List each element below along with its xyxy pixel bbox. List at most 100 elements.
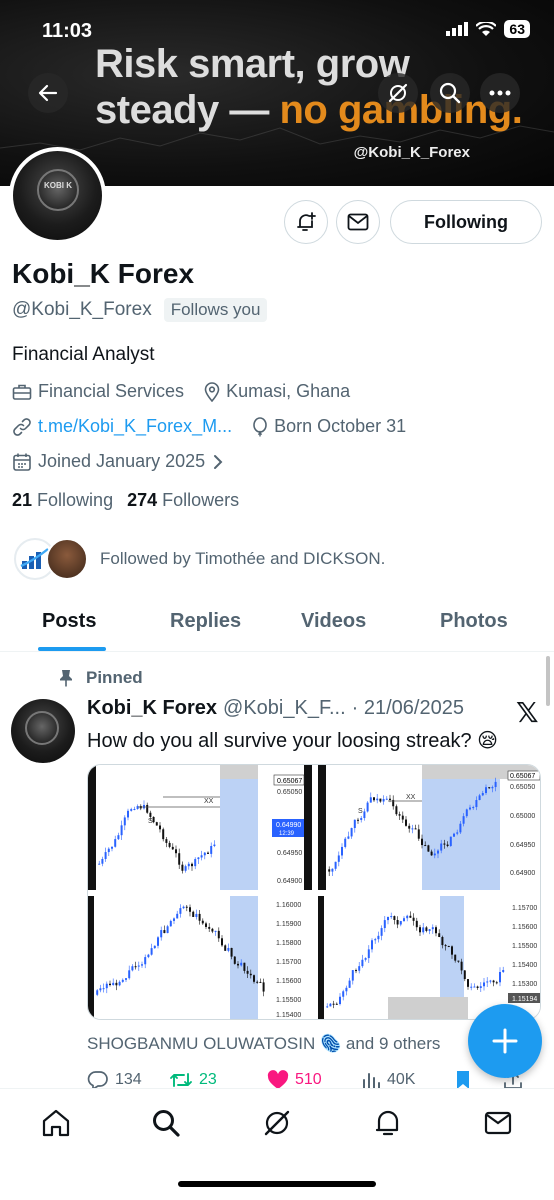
banner-headline-1: Risk smart, grow	[95, 42, 410, 86]
profile-website-link[interactable]: t.me/Kobi_K_Forex_M...	[38, 416, 232, 437]
candle-body	[163, 930, 166, 934]
candle-body	[200, 855, 203, 858]
candle-body	[382, 798, 385, 802]
candle-body	[149, 812, 152, 817]
candle-body	[331, 868, 334, 872]
wifi-icon	[476, 21, 497, 36]
candle-body	[249, 973, 252, 976]
tab-posts[interactable]: Posts	[42, 610, 96, 633]
candle-body	[395, 806, 398, 815]
profile-avatar[interactable]: KOBI K	[9, 147, 106, 244]
retweet-action[interactable]: 23	[169, 1071, 267, 1089]
back-button[interactable]	[28, 73, 68, 113]
candle-body	[377, 935, 380, 940]
candle-body	[449, 836, 452, 846]
tweet-avatar[interactable]	[11, 699, 75, 763]
svg-text:1.15800: 1.15800	[276, 940, 301, 947]
svg-text:0.64900: 0.64900	[510, 870, 535, 877]
plus-icon	[492, 1028, 518, 1054]
more-icon	[489, 90, 511, 96]
candle-body	[179, 908, 182, 914]
candle-body	[469, 807, 471, 810]
candle-body	[385, 798, 388, 800]
candle-body	[387, 916, 389, 921]
candle-body	[191, 863, 193, 867]
tweet-media[interactable]: XX S 0.65067 0.65050 0.64990 12:39 0.649…	[87, 764, 541, 1020]
candle-body	[492, 980, 495, 983]
candle-body	[494, 781, 497, 788]
tab-videos[interactable]: Videos	[301, 610, 366, 633]
following-link[interactable]: 21 Following	[12, 490, 113, 511]
candle-body	[99, 988, 102, 991]
candle-body	[243, 962, 246, 971]
candle-body	[357, 819, 359, 821]
candle-body	[425, 927, 428, 931]
candle-body	[444, 945, 447, 947]
home-indicator	[178, 1181, 376, 1187]
nav-messages[interactable]	[482, 1107, 514, 1139]
candle-body	[383, 920, 386, 929]
compose-button[interactable]	[468, 1004, 542, 1078]
candle-body	[475, 800, 478, 808]
nav-home[interactable]	[40, 1107, 72, 1139]
message-button[interactable]	[336, 200, 380, 244]
candle-body	[447, 945, 450, 947]
nav-grok[interactable]	[261, 1107, 293, 1139]
grok-icon	[264, 1110, 290, 1136]
back-arrow-icon	[38, 84, 58, 102]
candle-body	[326, 1006, 329, 1008]
candle-body	[389, 798, 391, 800]
followed-by[interactable]: Followed by Timothée and DICKSON.	[14, 538, 385, 580]
candle-body	[470, 986, 473, 988]
status-icons: 63	[446, 20, 530, 38]
follower-avatar-2	[46, 538, 88, 580]
candle-body	[114, 839, 117, 847]
briefcase-icon	[12, 384, 32, 400]
handle-row: @Kobi_K_Forex Follows you	[12, 298, 268, 322]
svg-text:XX: XX	[204, 798, 214, 805]
tab-replies[interactable]: Replies	[170, 610, 241, 633]
candle-body	[185, 906, 188, 908]
following-button[interactable]: Following	[390, 200, 542, 244]
candle-body	[233, 956, 236, 964]
meta-row-2: t.me/Kobi_K_Forex_M... Born October 31	[12, 416, 406, 437]
candle-body	[227, 947, 230, 951]
svg-text:1.16000: 1.16000	[276, 902, 301, 909]
tab-photos[interactable]: Photos	[440, 610, 508, 633]
status-time: 11:03	[42, 20, 93, 42]
nav-search[interactable]	[150, 1107, 182, 1139]
candle-body	[101, 858, 104, 864]
svg-text:0.64950: 0.64950	[277, 850, 302, 857]
candle-body	[207, 852, 209, 854]
svg-text:12:39: 12:39	[279, 831, 295, 837]
like-action[interactable]: 510	[267, 1070, 361, 1090]
search-button[interactable]	[430, 73, 470, 113]
followers-link[interactable]: 274 Followers	[127, 490, 239, 511]
views-action[interactable]: 40K	[361, 1071, 455, 1089]
candle-body	[217, 930, 220, 939]
candle-body	[162, 829, 165, 840]
scrollbar[interactable]	[546, 656, 550, 706]
reply-icon	[87, 1071, 108, 1090]
candle-body	[350, 828, 353, 837]
more-button[interactable]	[480, 73, 520, 113]
candle-body	[342, 991, 345, 997]
nav-notifications[interactable]	[372, 1107, 404, 1139]
profile-category: Financial Services	[38, 381, 185, 401]
candle-body	[98, 863, 101, 865]
candle-body	[240, 962, 243, 966]
candle-body	[433, 853, 436, 856]
notify-button[interactable]	[284, 200, 328, 244]
candle-body	[332, 1003, 335, 1005]
candle-body	[144, 957, 147, 965]
reply-action[interactable]: 134	[87, 1070, 169, 1090]
svg-text:1.15500: 1.15500	[276, 997, 301, 1004]
meta-row-3[interactable]: Joined January 2025	[12, 451, 223, 472]
liked-by-text[interactable]: SHOGBANMU OLUWATOSIN 🫆 and 9 others	[87, 1034, 440, 1054]
tweet-header: Kobi_K Forex @Kobi_K_F... · 21/06/2025	[87, 697, 464, 720]
candle-body	[253, 975, 255, 982]
grok-button[interactable]	[378, 73, 418, 113]
candle-body	[374, 939, 377, 941]
candle-body	[96, 990, 99, 995]
tweet-author[interactable]: Kobi_K Forex	[87, 697, 217, 720]
